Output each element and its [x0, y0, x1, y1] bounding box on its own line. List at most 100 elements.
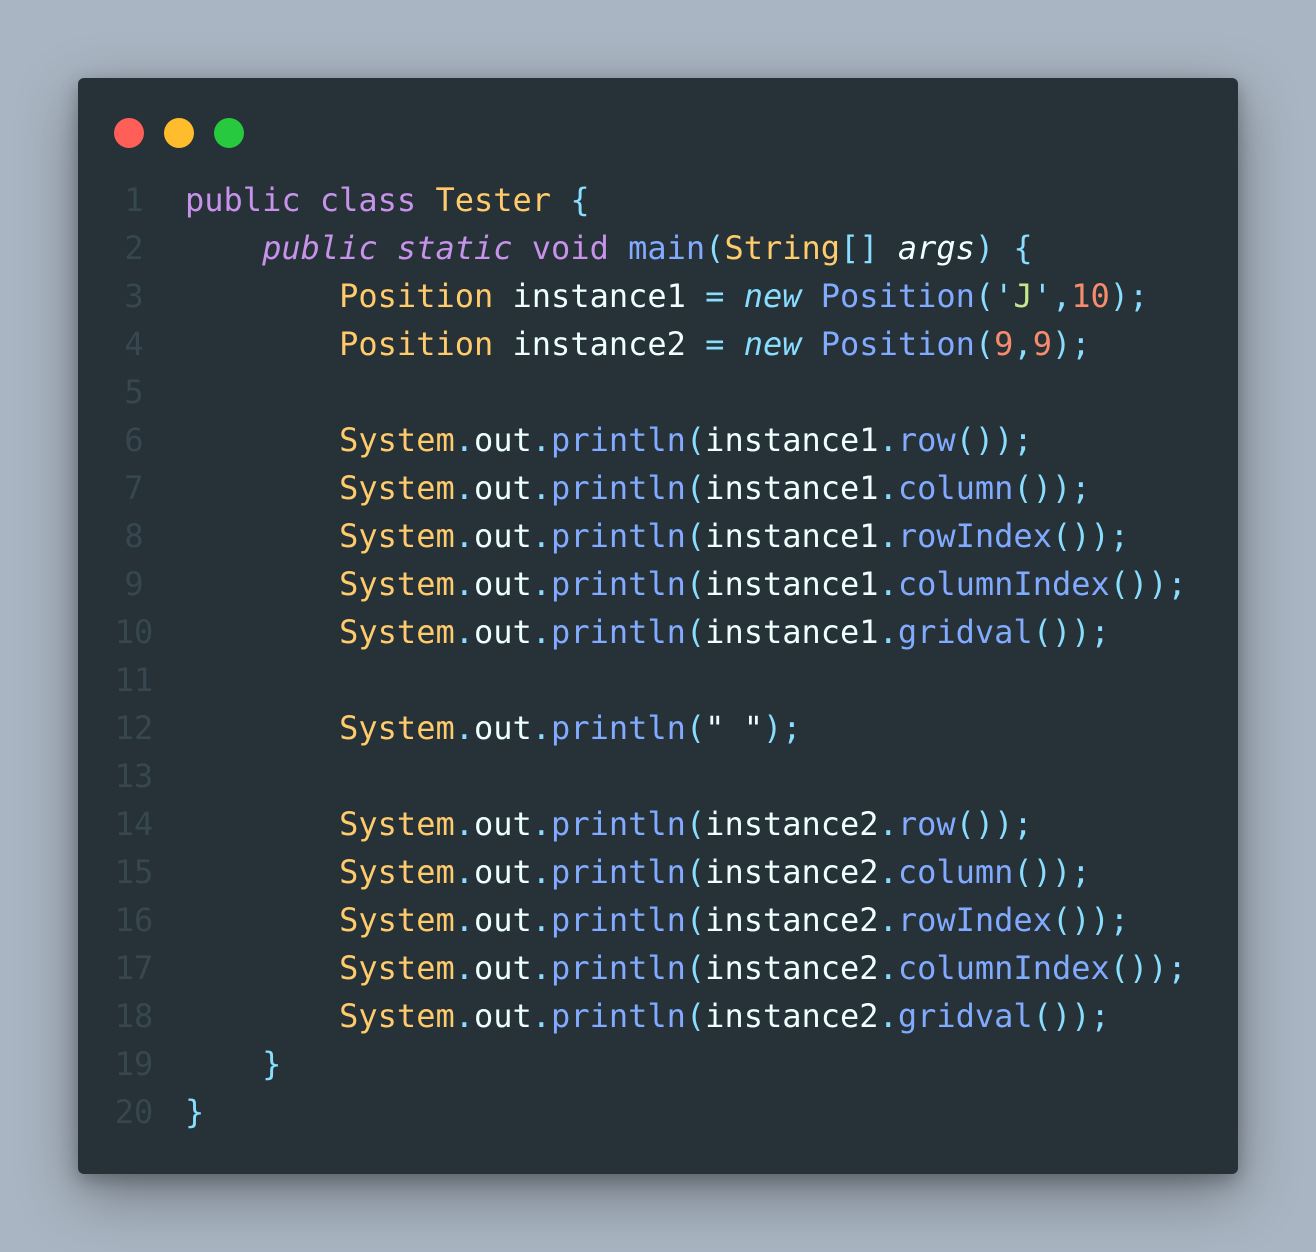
code-token: Position: [339, 277, 494, 315]
code-text: System.out.println(instance2.gridval());: [185, 992, 1110, 1040]
code-line: 4 Position instance2 = new Position(9,9)…: [78, 320, 1238, 368]
code-token: out: [473, 613, 532, 651]
code-token: (: [685, 853, 706, 891]
minimize-button[interactable]: [164, 118, 194, 148]
close-button[interactable]: [114, 118, 144, 148]
code-token: (: [685, 709, 706, 747]
code-token: .: [531, 421, 552, 459]
line-number: 12: [114, 709, 154, 747]
code-token: .: [454, 949, 474, 987]
code-token: out: [473, 709, 532, 747]
code-token: (: [685, 517, 706, 555]
code-token: Position: [339, 325, 494, 363]
code-text: System.out.println(instance2.rowIndex())…: [185, 896, 1129, 944]
code-text: Position instance2 = new Position(9,9);: [185, 320, 1090, 368]
code-text: System.out.println(instance2.column());: [185, 848, 1090, 896]
code-token: .: [454, 517, 474, 555]
code-text: public class Tester {: [185, 176, 590, 224]
code-token: out: [473, 805, 532, 843]
line-number: 3: [124, 277, 144, 315]
code-token: instance1: [705, 421, 879, 459]
code-token: void: [531, 229, 609, 267]
code-token: 10: [1071, 277, 1110, 315]
code-token: 9: [1032, 325, 1052, 363]
code-token: .: [454, 565, 474, 603]
code-token: new: [743, 325, 802, 363]
code-token: .: [531, 613, 552, 651]
code-token: .: [454, 901, 474, 939]
code-token: " ": [705, 709, 763, 747]
code-token: .: [878, 565, 898, 603]
code-token: .: [878, 805, 898, 843]
code-token: .: [454, 613, 474, 651]
line-number: 17: [114, 949, 154, 987]
code-token: .: [878, 469, 898, 507]
code-line: 8 System.out.println(instance1.rowIndex(…: [78, 512, 1238, 560]
code-token: println: [551, 613, 686, 651]
code-token: .: [531, 709, 552, 747]
code-token: System: [339, 805, 455, 843]
code-line: 3 Position instance1 = new Position('J',…: [78, 272, 1238, 320]
code-text: Position instance1 = new Position('J',10…: [185, 272, 1148, 320]
code-line: 18 System.out.println(instance2.gridval(…: [78, 992, 1238, 1040]
code-token: []: [840, 229, 879, 267]
code-token: System: [339, 709, 455, 747]
code-token: System: [339, 517, 455, 555]
code-token: ());: [1032, 997, 1110, 1035]
line-number: 14: [114, 805, 154, 843]
code-token: out: [473, 949, 532, 987]
code-token: 9: [994, 325, 1014, 363]
code-token: println: [551, 565, 686, 603]
code-token: .: [878, 997, 898, 1035]
code-token: }: [262, 1045, 282, 1083]
code-line: 10 System.out.println(instance1.gridval(…: [78, 608, 1238, 656]
code-token: instance1: [705, 517, 879, 555]
code-text: public static void main(String[] args) {: [185, 224, 1033, 272]
code-token: (: [685, 421, 706, 459]
code-token: println: [551, 901, 686, 939]
line-number: 18: [114, 997, 154, 1035]
code-text: System.out.println(instance1.column());: [185, 464, 1090, 512]
code-token: ());: [1013, 469, 1091, 507]
code-token: System: [339, 565, 455, 603]
code-token: .: [878, 949, 898, 987]
code-token: (: [705, 229, 725, 267]
code-token: .: [531, 469, 552, 507]
maximize-button[interactable]: [214, 118, 244, 148]
code-block: 1 public class Tester {2 public static vo…: [78, 176, 1238, 1136]
code-window: 1 public class Tester {2 public static vo…: [78, 78, 1238, 1174]
code-line: 16 System.out.println(instance2.rowIndex…: [78, 896, 1238, 944]
code-line: 7 System.out.println(instance1.column())…: [78, 464, 1238, 512]
code-token: println: [551, 805, 686, 843]
code-token: println: [551, 853, 686, 891]
code-token: {: [1013, 229, 1033, 267]
code-token: ());: [1109, 565, 1187, 603]
code-token: out: [473, 853, 532, 891]
code-token: static: [396, 229, 513, 267]
code-token: Tester: [435, 181, 552, 219]
line-number: 4: [124, 325, 144, 363]
code-token: instance1: [705, 469, 879, 507]
code-token: println: [551, 469, 686, 507]
code-text: System.out.println(instance2.row());: [185, 800, 1033, 848]
code-token: .: [531, 901, 552, 939]
code-token: instance2: [705, 997, 879, 1035]
code-text: System.out.println(instance1.gridval());: [185, 608, 1110, 656]
code-token: out: [473, 517, 532, 555]
code-token: args: [897, 229, 975, 267]
code-token: println: [551, 997, 686, 1035]
